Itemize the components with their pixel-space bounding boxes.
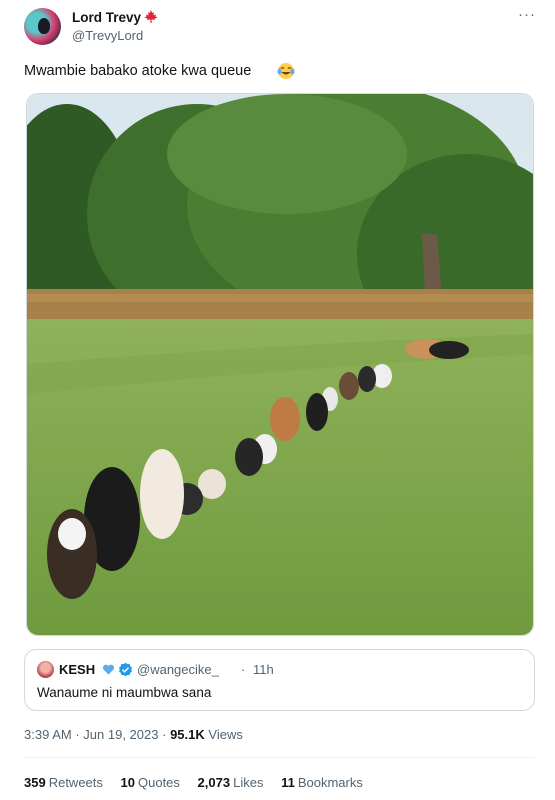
meta-separator: · [75,727,80,742]
engagement-stats: 359 Retweets 10 Quotes 2,073 Likes 11 Bookma… [24,775,377,790]
tears-of-joy-emoji-icon [277,63,295,79]
divider [24,757,535,758]
dogs-in-queue-photo [27,94,533,635]
blue-heart-icon [102,664,115,675]
more-options-button[interactable]: ··· [518,6,536,23]
quoted-separator: · [241,662,246,677]
quoted-author-avatar [37,661,54,678]
quoted-author-name: KESH [59,662,96,677]
quoted-timestamp: 11h [253,662,274,677]
quoted-tweet-text: Wanaume ni maumbwa sana [37,685,212,700]
likes-count: 2,073 [197,775,231,790]
tweet-time[interactable]: 3:39 AM [24,727,72,742]
bookmarks-count: 11 [281,775,295,790]
tweet-text: Mwambie babako atoke kwa queue [24,63,252,79]
tweet-date[interactable]: Jun 19, 2023 [83,727,158,742]
canada-flag-icon [144,10,158,23]
quoted-tweet[interactable]: KESH @wangecike_ · 11h Wanaume ni maumbw… [24,649,535,711]
meta-separator: · [162,727,167,742]
quotes-stat[interactable]: 10 Quotes [121,775,180,790]
retweets-count: 359 [24,775,46,790]
author-avatar[interactable] [24,8,61,45]
retweets-stat[interactable]: 359 Retweets [24,775,103,790]
quoted-author-handle: @wangecike_ [137,662,219,677]
likes-stat[interactable]: 2,073 Likes [198,775,264,790]
retweets-label: Retweets [48,775,103,790]
tweet-card: Lord Trevy @TrevyLord ··· Mwambie babako… [0,0,555,800]
author-handle[interactable]: @TrevyLord [72,28,143,43]
bookmarks-label: Bookmarks [297,775,363,790]
tweet-photo[interactable] [26,93,534,636]
quotes-count: 10 [120,775,135,790]
views-label: Views [208,727,243,742]
likes-label: Likes [233,775,264,790]
author-name[interactable]: Lord Trevy [72,10,141,25]
quotes-label: Quotes [138,775,180,790]
verified-badge-icon [118,662,133,677]
bookmarks-stat[interactable]: 11 Bookmarks [281,775,363,790]
views-count: 95.1K [170,727,205,742]
tweet-metadata: 3:39 AM · Jun 19, 2023 · 95.1K Views [24,727,243,742]
